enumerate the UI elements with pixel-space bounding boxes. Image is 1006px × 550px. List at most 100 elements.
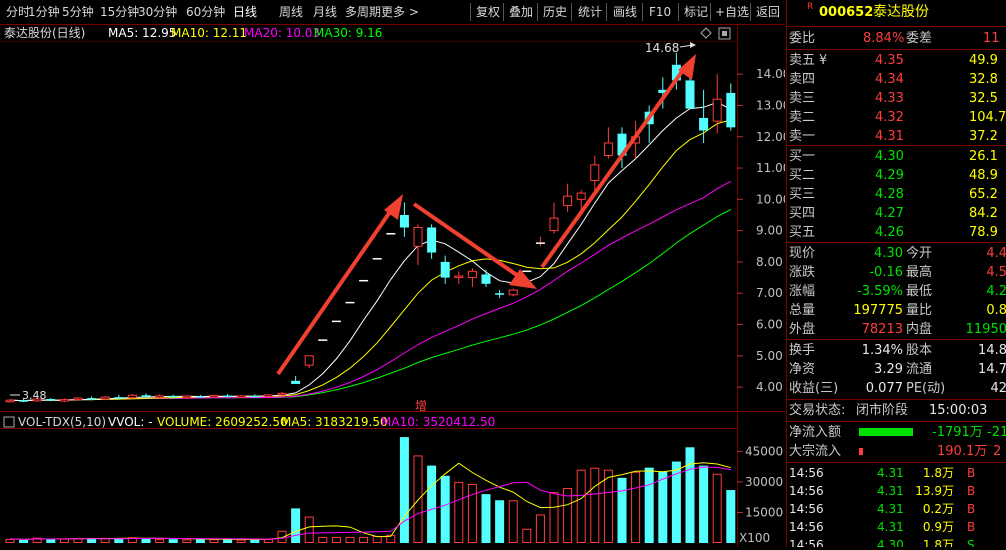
toolbar-tab-1[interactable]: 1分钟 xyxy=(28,4,60,20)
stat-value2: 11950 xyxy=(965,322,1006,337)
vol-tick-label: 15000 xyxy=(745,505,783,519)
weicha-value: 11 xyxy=(983,31,1000,46)
kline-chart-area[interactable]: 泰达股份(日线) MA5: 12.95 MA10: 12.11 MA20: 10… xyxy=(0,24,790,547)
stat-value2: 4.4 xyxy=(986,246,1006,261)
netflow-value2: -21 xyxy=(987,425,1006,440)
buy-row-1: 买一 4.30 26.1 xyxy=(787,147,1006,166)
tick-volume: 13.9万 xyxy=(915,484,954,498)
tick-time: 14:56 xyxy=(789,520,824,534)
toolbar-tab-18[interactable]: +自选 xyxy=(715,4,749,20)
stat-value: -3.59% xyxy=(857,284,903,299)
buy-level-label: 买一 xyxy=(789,149,816,164)
stat-row: 涨跌 -0.16 最高 4.5 xyxy=(787,263,1006,282)
stat2-value: 0.077 xyxy=(865,381,903,396)
bigflow-bar xyxy=(859,448,863,455)
stat2-label2: PE(动) xyxy=(906,381,946,396)
stat-row: 涨幅 -3.59% 最低 4.2 xyxy=(787,282,1006,301)
toolbar-separator-3 xyxy=(571,3,572,21)
bigflow-label: 大宗流入 xyxy=(789,444,842,459)
vol-ma5-label: MA5: 3183219.50 xyxy=(281,415,388,429)
toolbar-tab-3[interactable]: 15分钟 xyxy=(100,4,139,20)
stat-label: 现价 xyxy=(789,246,816,261)
toolbar-tab-15[interactable]: 画线 xyxy=(613,4,637,20)
stat-value2: 4.2 xyxy=(986,284,1006,299)
tick-time: 14:56 xyxy=(789,502,824,516)
volume-bar xyxy=(168,539,178,543)
vol-tick-label: 45000 xyxy=(745,444,783,458)
tick-volume: 0.2万 xyxy=(922,502,954,516)
toolbar-tab-16[interactable]: F10 xyxy=(649,4,671,20)
stat-value: -0.16 xyxy=(869,265,903,280)
toolbar-tab-8[interactable]: 月线 xyxy=(313,4,337,20)
tick-side: B xyxy=(967,502,976,516)
toolbar-tab-4[interactable]: 30分钟 xyxy=(138,4,177,20)
buy-row-5: 买五 4.26 78.9 xyxy=(787,223,1006,242)
stat-label2: 最高 xyxy=(906,265,933,280)
sell-price: 4.34 xyxy=(875,72,904,87)
toolbar-tab-7[interactable]: 周线 xyxy=(279,4,303,20)
stat2-value: 3.29 xyxy=(874,362,903,377)
tick-side: B xyxy=(967,484,976,498)
stat-value: 4.30 xyxy=(874,246,903,261)
tick-side: B xyxy=(967,520,976,534)
toolbar-separator-8 xyxy=(750,3,751,21)
buy-level-label: 买四 xyxy=(789,206,816,221)
stat-label: 总量 xyxy=(789,303,816,318)
toolbar-tab-19[interactable]: 返回 xyxy=(756,4,780,20)
weicha-label: 委差 xyxy=(906,31,933,46)
buy-volume: 65.2 xyxy=(969,187,998,202)
high-price-label: 14.68 xyxy=(645,41,679,55)
stock-title-row: R 000652 泰达股份 xyxy=(787,2,1006,23)
stat2-value2: 14.8 xyxy=(978,343,1006,358)
sell-volume: 37.2 xyxy=(969,129,998,144)
stat-row: 总量 197775 量比 0.8 xyxy=(787,301,1006,320)
toolbar-tab-13[interactable]: 历史 xyxy=(543,4,567,20)
netflow-row: 净流入额 -1791万 -21 xyxy=(787,423,1006,442)
sell-row-3: 卖三 4.33 32.5 xyxy=(787,89,1006,108)
buy-price: 4.29 xyxy=(875,168,904,183)
stat-label: 外盘 xyxy=(789,322,816,337)
sell-volume: 32.8 xyxy=(969,72,998,87)
sell-volume: 104.7 xyxy=(969,110,1006,125)
tick-row: 14:56 4.30 1.8万 S xyxy=(787,536,1006,547)
sell-volume: 49.9 xyxy=(969,53,998,68)
tick-volume: 1.8万 xyxy=(922,466,954,480)
stat-value: 78213 xyxy=(861,322,903,337)
candle xyxy=(182,395,192,399)
buy-row-2: 买二 4.29 48.9 xyxy=(787,166,1006,185)
weibi-value: 8.84% xyxy=(863,31,905,46)
volume-bar xyxy=(223,539,233,543)
bigflow-value: 190.1万 xyxy=(937,444,988,459)
weibi-row: 委比 8.84% 委差 11 xyxy=(787,29,1006,48)
toolbar-tab-14[interactable]: 统计 xyxy=(578,4,602,20)
toolbar-tab-0[interactable]: 分时 xyxy=(6,4,30,20)
volume-bar xyxy=(427,465,437,543)
volume-bar xyxy=(685,447,695,543)
trade-status-row: 交易状态: 闭市阶段 15:00:03 xyxy=(787,401,1006,420)
bigflow-row: 大宗流入 190.1万 2 xyxy=(787,442,1006,461)
netflow-value: -1791万 xyxy=(932,425,983,440)
sell-row-5: 卖五 ¥4.35 49.9 xyxy=(787,51,1006,70)
tick-row: 14:56 4.31 1.8万 B xyxy=(787,464,1006,482)
toolbar-tab-17[interactable]: 标记 xyxy=(684,4,708,20)
toolbar-separator-5 xyxy=(642,3,643,21)
stat2-row: 收益(三) 0.077 PE(动) 42 xyxy=(787,379,1006,398)
stock-name: 泰达股份 xyxy=(873,4,929,20)
period-toolbar: 分时 1分钟 5分钟 15分钟 30分钟 60分钟 日线 周线 月线 多周期 更多 > 复权 叠加 历史统… xyxy=(0,0,785,25)
toolbar-tab-2[interactable]: 5分钟 xyxy=(62,4,94,20)
toolbar-tab-9[interactable]: 多周期 xyxy=(345,4,381,20)
r-mark: R xyxy=(807,2,814,12)
trade-time: 15:00:03 xyxy=(929,403,988,418)
price-tick-label: 13.00 xyxy=(756,98,785,112)
stat-value: 197775 xyxy=(853,303,903,318)
toolbar-tab-6[interactable]: 日线 xyxy=(233,4,257,20)
stat-label: 涨幅 xyxy=(789,284,816,299)
stat-row: 现价 4.30 今开 4.4 xyxy=(787,244,1006,263)
toolbar-tab-10[interactable]: 更多 > xyxy=(381,4,419,20)
price-tick-label: 6.00 xyxy=(756,318,783,332)
toolbar-tab-5[interactable]: 60分钟 xyxy=(186,4,225,20)
price-tick-label: 9.00 xyxy=(756,224,783,238)
toolbar-tab-12[interactable]: 叠加 xyxy=(509,4,533,20)
toolbar-tab-11[interactable]: 复权 xyxy=(476,4,500,20)
stat-row: 外盘 78213 内盘 11950 xyxy=(787,320,1006,339)
